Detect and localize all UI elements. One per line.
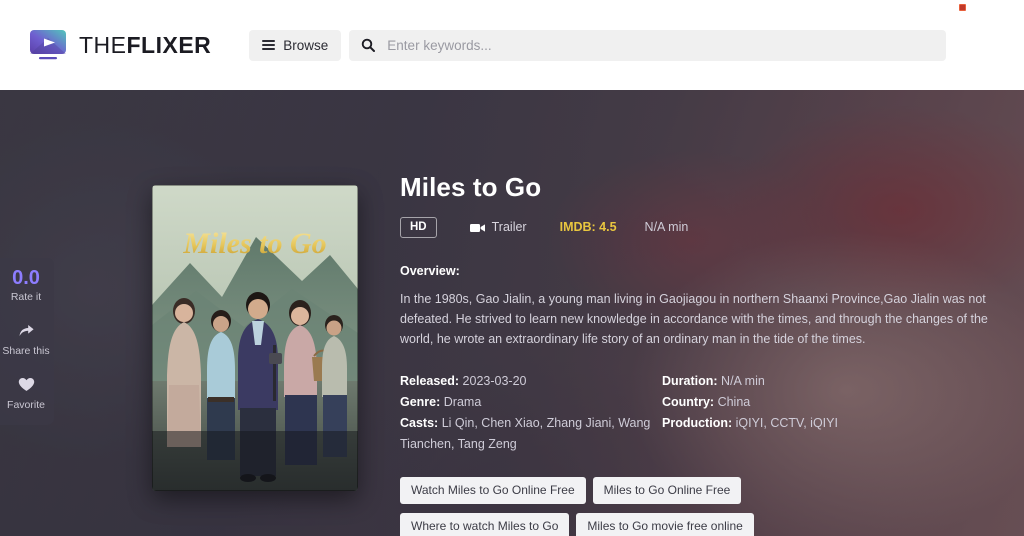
overview-label: Overview:	[400, 263, 460, 278]
meta-duration-value: N/A min	[721, 373, 765, 388]
meta-country: Country: China	[662, 392, 962, 413]
rate-it-label: Rate it	[10, 291, 42, 303]
site-logo-text: THEFLIXER	[79, 32, 211, 59]
favorite-button[interactable]: Favorite	[0, 377, 54, 411]
share-label: Share this	[2, 345, 50, 357]
notification-dot-icon[interactable]	[959, 4, 966, 11]
favorite-label: Favorite	[7, 399, 45, 411]
meta-casts: Casts: Li Qin, Chen Xiao, Zhang Jiani, W…	[400, 413, 662, 455]
meta-country-value[interactable]: China	[718, 395, 751, 409]
movie-detail: Miles to Go HD Trailer IMDB: 4.5 N/A min…	[400, 172, 1010, 536]
meta-country-label: Country:	[662, 394, 715, 409]
metadata-column-left: Released: 2023-03-20 Genre: Drama Casts:…	[400, 371, 662, 455]
heart-icon	[0, 377, 54, 395]
tag-button[interactable]: Miles to Go Online Free	[592, 476, 742, 504]
site-logo-link[interactable]: THEFLIXER	[28, 29, 211, 61]
tag-list: Watch Miles to Go Online Free Miles to G…	[400, 476, 900, 536]
movie-poster[interactable]: Miles to Go	[152, 185, 358, 491]
overview-text: In the 1980s, Gao Jialin, a young man li…	[400, 291, 988, 346]
meta-casts-value[interactable]: Li Qin, Chen Xiao, Zhang Jiani, Wang Tia…	[400, 416, 650, 451]
svg-text:Miles to Go: Miles to Go	[182, 227, 326, 260]
trailer-button[interactable]: Trailer	[469, 220, 527, 235]
meta-genre-label: Genre:	[400, 394, 441, 409]
meta-genre-value[interactable]: Drama	[444, 395, 482, 409]
runtime-label: N/A min	[644, 220, 689, 235]
tag-button[interactable]: Where to watch Miles to Go	[400, 512, 570, 536]
search-input[interactable]	[387, 37, 935, 53]
video-camera-icon	[469, 222, 485, 233]
search-icon	[361, 38, 376, 52]
browse-button[interactable]: Browse	[249, 29, 342, 61]
tag-button[interactable]: Miles to Go movie free online	[576, 512, 754, 536]
meta-production-label: Production:	[662, 415, 733, 430]
meta-released-label: Released:	[400, 373, 460, 388]
meta-duration-label: Duration:	[662, 373, 718, 388]
brand-bold: FLIXER	[126, 31, 212, 58]
hamburger-icon	[262, 40, 276, 50]
play-screen-icon	[28, 29, 68, 61]
share-arrow-icon	[0, 323, 54, 341]
page-root: THEFLIXER Browse 0.0 Rate it	[0, 0, 1024, 536]
action-rail: 0.0 Rate it Share this Favorite	[0, 258, 54, 425]
rating-score: 0.0	[12, 267, 40, 289]
meta-casts-label: Casts:	[400, 415, 439, 430]
metadata-column-right: Duration: N/A min Country: China Product…	[662, 371, 962, 455]
rate-widget[interactable]: 0.0 Rate it	[0, 267, 54, 304]
quality-badge: HD	[400, 217, 437, 238]
badge-row: HD Trailer IMDB: 4.5 N/A min	[400, 217, 1010, 238]
tag-button[interactable]: Watch Miles to Go Online Free	[400, 476, 586, 504]
metadata-section: Released: 2023-03-20 Genre: Drama Casts:…	[400, 371, 1010, 455]
page-title: Miles to Go	[400, 172, 542, 202]
meta-genre: Genre: Drama	[400, 392, 662, 413]
meta-released: Released: 2023-03-20	[400, 371, 662, 392]
search-bar[interactable]	[349, 29, 947, 61]
site-header: THEFLIXER Browse	[0, 0, 1024, 90]
brand-thin: THE	[79, 31, 127, 58]
meta-duration: Duration: N/A min	[662, 371, 962, 392]
meta-released-value: 2023-03-20	[462, 373, 527, 388]
trailer-label: Trailer	[491, 220, 527, 235]
meta-production-value[interactable]: iQIYI, CCTV, iQIYI	[736, 416, 838, 430]
imdb-rating: IMDB: 4.5	[559, 220, 617, 235]
share-button[interactable]: Share this	[0, 323, 54, 357]
browse-button-label: Browse	[283, 37, 329, 53]
meta-production: Production: iQIYI, CCTV, iQIYI	[662, 413, 962, 434]
